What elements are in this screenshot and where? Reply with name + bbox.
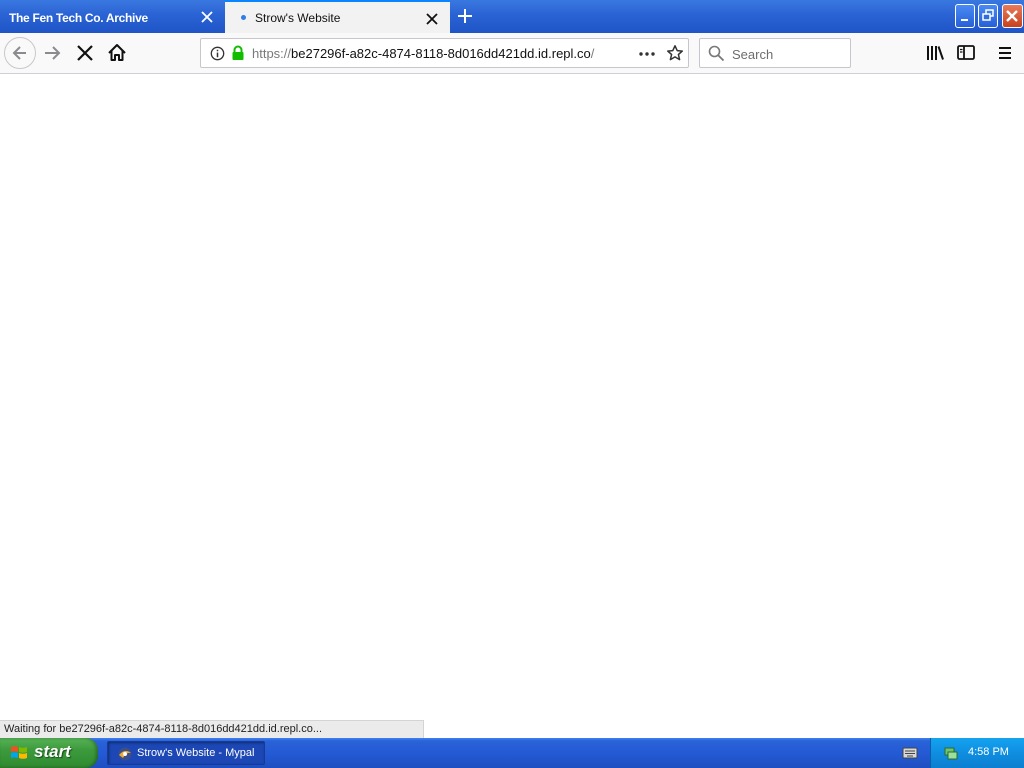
tab-fen-tech-archive[interactable]: The Fen Tech Co. Archive — [0, 2, 225, 33]
url-host: be27296f-a82c-4874-8118-8d016dd421dd.id.… — [291, 46, 591, 61]
new-tab-plus-icon[interactable] — [456, 7, 474, 25]
back-button[interactable] — [4, 37, 36, 69]
stop-loading-button[interactable] — [74, 42, 96, 64]
tab-close-icon[interactable] — [424, 11, 440, 27]
system-tray: 4:58 PM — [930, 738, 1024, 768]
tab-title: The Fen Tech Co. Archive — [9, 11, 148, 25]
library-icon[interactable] — [924, 42, 946, 64]
taskbar-item-mypal[interactable]: Strow's Website - Mypal — [107, 741, 265, 765]
sidebar-toggle-icon[interactable] — [955, 42, 977, 64]
tab-strows-website[interactable]: Strow's Website — [225, 0, 450, 33]
taskbar: start Strow's Website - Mypal 4:58 PM — [0, 738, 1024, 768]
navigation-toolbar: https://be27296f-a82c-4874-8118-8d016dd4… — [0, 33, 1024, 74]
clock[interactable]: 4:58 PM — [968, 746, 1009, 758]
loading-indicator-icon — [241, 15, 246, 20]
lock-icon[interactable] — [230, 45, 246, 66]
keyboard-icon[interactable] — [902, 746, 918, 765]
bookmark-star-icon[interactable] — [666, 44, 684, 67]
status-text: Waiting for be27296f-a82c-4874-8118-8d01… — [0, 720, 424, 738]
taskbar-item-label: Strow's Website - Mypal — [137, 747, 255, 759]
start-button[interactable]: start — [0, 738, 98, 768]
tab-close-icon[interactable] — [199, 9, 215, 25]
url-scheme: https:// — [252, 46, 292, 61]
url-path: / — [590, 46, 595, 61]
search-icon — [708, 45, 725, 67]
network-icon[interactable] — [943, 745, 959, 766]
search-bar[interactable] — [699, 38, 851, 68]
url-text[interactable]: https://be27296f-a82c-4874-8118-8d016dd4… — [252, 46, 597, 61]
tab-title: Strow's Website — [255, 11, 341, 25]
minimize-button[interactable] — [955, 4, 975, 28]
address-bar[interactable]: https://be27296f-a82c-4874-8118-8d016dd4… — [200, 38, 689, 68]
restore-button[interactable] — [978, 4, 998, 28]
hamburger-menu-icon[interactable] — [994, 42, 1016, 64]
home-button[interactable] — [106, 42, 128, 64]
forward-button[interactable] — [42, 42, 64, 64]
windows-logo-icon — [9, 743, 29, 768]
search-input[interactable] — [730, 42, 846, 66]
start-label: start — [34, 742, 71, 761]
page-content — [0, 74, 1024, 738]
page-actions-icon[interactable] — [638, 45, 656, 68]
site-info-icon[interactable] — [210, 46, 225, 66]
close-window-button[interactable] — [1002, 4, 1023, 28]
mypal-app-icon — [117, 746, 133, 767]
tab-strip: The Fen Tech Co. Archive Strow's Website — [0, 0, 1024, 33]
